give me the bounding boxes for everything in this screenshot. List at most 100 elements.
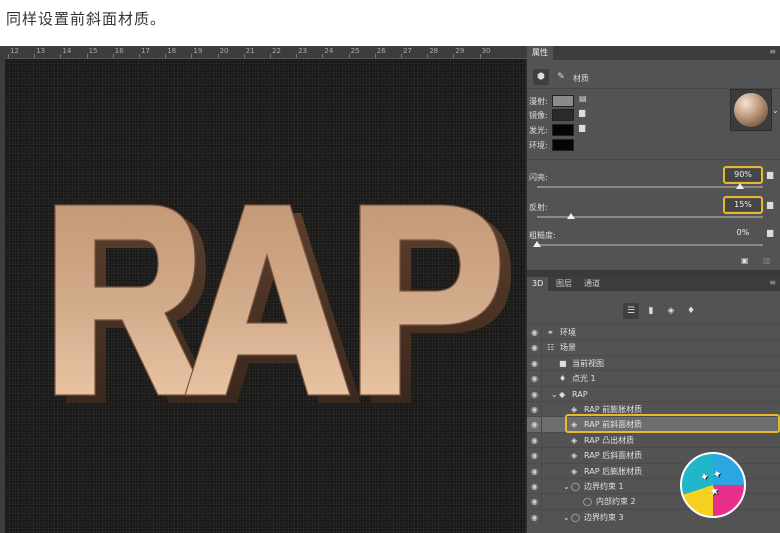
chevron-down-icon[interactable]: ⌄ <box>563 510 570 525</box>
shine-slider-track[interactable] <box>537 186 763 188</box>
specular-color-swatch[interactable] <box>552 109 574 121</box>
glow-color-swatch[interactable] <box>552 124 574 136</box>
tree-item-label: 场景 <box>560 343 576 353</box>
tree-item[interactable]: ◉ ☷ 场景 <box>527 339 780 356</box>
materials-icon[interactable]: ◈ <box>663 303 679 319</box>
material-icon: ◈ <box>571 466 578 476</box>
ambient-label: 环境: <box>529 141 548 150</box>
tab-3d[interactable]: 3D <box>527 277 549 291</box>
visibility-column: ◉ <box>527 355 542 371</box>
ruler-tick-label: 25 <box>350 47 360 55</box>
panel-menu-icon[interactable]: ≡ <box>769 47 776 56</box>
glow-label: 发光: <box>529 126 548 135</box>
roughness-slider-track[interactable] <box>537 244 763 246</box>
tab-properties[interactable]: 属性 <box>527 46 553 60</box>
eye-icon[interactable]: ◉ <box>531 356 538 371</box>
ambient-color-swatch[interactable] <box>552 139 574 151</box>
roughness-value-field[interactable]: 0% <box>725 227 761 239</box>
eye-icon[interactable]: ◉ <box>531 417 538 432</box>
visibility-column: ◉ <box>527 371 542 387</box>
reflection-highlight-box <box>723 196 763 214</box>
ruler-tick-label: 12 <box>10 47 19 55</box>
diffuse-texture-icon[interactable]: ▤ <box>579 94 587 103</box>
meshes-icon[interactable]: ▮ <box>643 303 659 319</box>
glow-folder-icon[interactable]: ▆ <box>579 123 585 132</box>
visibility-column: ◉ <box>527 432 542 448</box>
eye-icon[interactable]: ◉ <box>531 402 538 417</box>
brush-icon[interactable]: ✎ <box>553 69 569 85</box>
ruler-tick-label: 28 <box>429 47 439 55</box>
chevron-down-icon[interactable]: ⌄ <box>551 387 558 402</box>
front-face-layer <box>54 204 501 396</box>
roughness-slider-thumb[interactable] <box>533 241 541 247</box>
visibility-column: ◉ <box>527 340 542 356</box>
eye-icon[interactable]: ◉ <box>531 464 538 479</box>
tree-item[interactable]: ◉ ◈ RAP 凸出材质 <box>527 431 780 448</box>
eye-icon[interactable]: ◉ <box>531 448 538 463</box>
trash-icon[interactable]: ▥ <box>763 256 771 265</box>
tree-item-label: RAP 后膨胀材质 <box>584 466 643 476</box>
lights-icon[interactable]: ♦ <box>683 303 699 319</box>
constraint-icon: ◯ <box>571 482 580 491</box>
selected-item-highlight-box <box>565 414 780 433</box>
ruler-tick-label: 13 <box>36 47 46 55</box>
tab-channels[interactable]: 通道 <box>579 277 605 291</box>
ruler-tick-label: 22 <box>272 47 281 55</box>
reflection-folder-icon[interactable]: ▆ <box>767 200 773 209</box>
tab-layers[interactable]: 图层 <box>551 277 577 291</box>
shine-folder-icon[interactable]: ▆ <box>767 170 773 179</box>
render-icon[interactable]: ▣ <box>741 256 749 265</box>
eye-icon[interactable]: ◉ <box>531 494 538 509</box>
eye-icon[interactable]: ◉ <box>531 371 538 386</box>
properties-panel: 属性 ≡ ⬢ ✎ 材质 漫射: ▤ 镜像: ▆ 发光: ▆ 环境: ⌄ 闪亮: … <box>527 46 780 270</box>
eye-icon[interactable]: ◉ <box>531 433 538 448</box>
eye-icon[interactable]: ◉ <box>531 387 538 402</box>
tree-item-label: 边界约束 3 <box>584 512 624 522</box>
tree-item[interactable]: ◉ ⌄ ◯ 边界约束 3 <box>527 508 780 525</box>
visibility-column: ◉ <box>527 417 542 433</box>
tree-item[interactable]: ◉ ♦ 点光 1 <box>527 370 780 387</box>
ruler-tick-label: 16 <box>114 47 124 55</box>
chevron-down-icon[interactable]: ⌄ <box>563 479 570 494</box>
ruler-tick-mark <box>86 54 88 58</box>
panel-menu-icon[interactable]: ≡ <box>769 278 776 287</box>
whole-scene-icon[interactable]: ☰ <box>623 303 639 319</box>
ruler-tick-mark <box>296 54 298 58</box>
tree-item-label: 边界约束 1 <box>584 482 624 491</box>
eye-icon[interactable]: ◉ <box>531 340 538 355</box>
diffuse-color-swatch[interactable] <box>552 95 574 107</box>
material-sphere-preview <box>733 92 769 128</box>
ruler-tick-label: 21 <box>245 47 255 55</box>
tree-item[interactable]: ◉ ■ 当前视图 <box>527 354 780 371</box>
specular-folder-icon[interactable]: ▆ <box>579 108 585 117</box>
3d-filter-toolbar: ☰ ▮ ◈ ♦ <box>527 303 780 319</box>
tree-item-label: RAP 后斜面材质 <box>584 451 643 461</box>
ruler-tick-mark <box>322 54 324 58</box>
tree-item[interactable]: ◉ ⚭ 环境 <box>527 324 780 340</box>
rap-3d-text[interactable] <box>5 59 525 533</box>
ruler-tick-mark <box>348 54 350 58</box>
roughness-folder-icon[interactable]: ▆ <box>767 228 773 237</box>
document-canvas[interactable] <box>5 59 525 533</box>
eye-icon[interactable]: ◉ <box>531 325 538 340</box>
ruler-tick-mark <box>191 54 193 58</box>
reflection-label: 反射: <box>529 203 548 212</box>
preview-dropdown-icon[interactable]: ⌄ <box>772 106 779 115</box>
eye-icon[interactable]: ◉ <box>531 479 538 494</box>
document-canvas-area: 12 13 14 15 16 17 18 19 20 21 22 23 24 25 26 27 28 29 30 <box>0 46 527 533</box>
tree-item[interactable]: ◉ ◈ RAP 后斜面材质 <box>527 447 780 464</box>
ruler-tick-mark <box>34 54 36 58</box>
tree-item[interactable]: ◉ ⌄ ◆ RAP <box>527 385 780 402</box>
shine-label: 闪亮: <box>529 173 548 182</box>
section-title: 材质 <box>573 74 589 83</box>
ruler-tick-label: 19 <box>193 47 203 55</box>
mesh-material-icon[interactable]: ⬢ <box>533 69 549 85</box>
shine-slider-thumb[interactable] <box>736 183 745 189</box>
ruler-tick-label: 15 <box>88 47 98 55</box>
light-bulb-icon: ♦ <box>559 374 567 384</box>
ruler-tick-label: 26 <box>376 47 386 55</box>
ruler-tick-mark <box>427 54 429 58</box>
visibility-column: ◉ <box>527 325 542 340</box>
reflection-slider-thumb[interactable] <box>566 213 575 219</box>
eye-icon[interactable]: ◉ <box>531 510 538 525</box>
